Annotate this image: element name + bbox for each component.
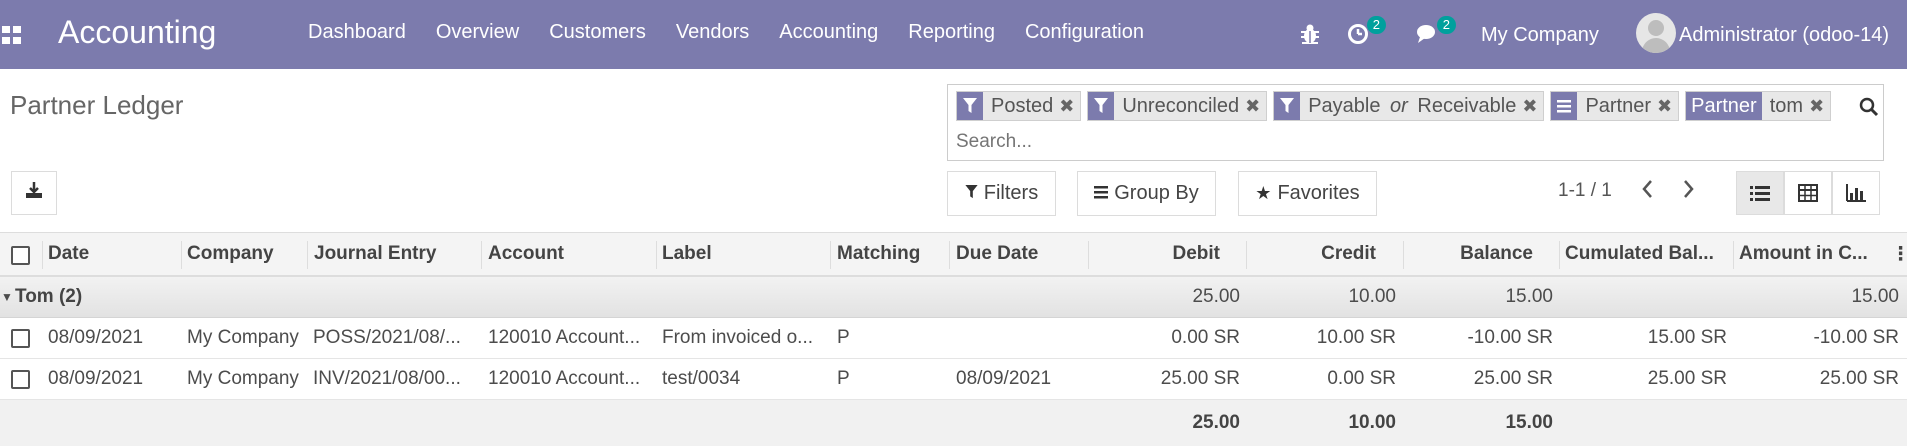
facet-unreconciled[interactable]: Unreconciled ✖ [1087, 91, 1268, 121]
search-box: Posted ✖ Unreconciled ✖ Payable or Recei… [947, 84, 1884, 161]
app-title[interactable]: Accounting [58, 14, 216, 51]
total-balance: 15.00 [1505, 412, 1553, 433]
search-input[interactable] [956, 131, 1756, 153]
table-footer-totals: 25.00 10.00 15.00 [0, 400, 1907, 446]
download-icon [24, 180, 44, 206]
bars-icon [1094, 182, 1109, 205]
company-switcher[interactable]: My Company [1481, 24, 1599, 47]
col-matching[interactable]: Matching [837, 243, 947, 265]
bug-icon[interactable] [1298, 22, 1322, 46]
activity-clock-icon[interactable]: 2 [1346, 16, 1386, 46]
optional-columns-icon[interactable]: ⋮ [1891, 243, 1903, 266]
col-journal-entry[interactable]: Journal Entry [314, 243, 474, 265]
col-debit[interactable]: Debit [1088, 243, 1221, 265]
table-header: Date Company Journal Entry Account Label… [0, 232, 1907, 277]
activity-badge: 2 [1366, 16, 1386, 34]
menu-configuration[interactable]: Configuration [1025, 21, 1144, 44]
caret-down-icon: ▼ [1, 290, 13, 304]
col-cumulated-balance[interactable]: Cumulated Bal... [1565, 243, 1727, 265]
pager-next-icon[interactable] [1682, 178, 1696, 206]
filter-icon [1274, 92, 1301, 120]
facet-payable-receivable[interactable]: Payable or Receivable ✖ [1273, 91, 1545, 121]
favorites-button[interactable]: ★ Favorites [1238, 171, 1377, 216]
total-debit: 25.00 [1192, 412, 1240, 433]
select-all-checkbox[interactable] [11, 246, 30, 265]
graph-view-icon[interactable] [1832, 171, 1880, 215]
user-menu[interactable]: Administrator (odoo-14) [1679, 24, 1889, 47]
menu-overview[interactable]: Overview [436, 21, 519, 44]
menu-dashboard[interactable]: Dashboard [308, 21, 406, 44]
total-credit: 10.00 [1348, 412, 1396, 433]
row-checkbox[interactable] [11, 329, 30, 348]
group-by-button[interactable]: Group By [1077, 171, 1216, 216]
col-account[interactable]: Account [488, 243, 648, 265]
list-view-icon[interactable] [1736, 171, 1784, 215]
col-date[interactable]: Date [48, 243, 178, 265]
col-credit[interactable]: Credit [1246, 243, 1376, 265]
close-icon[interactable]: ✖ [1059, 92, 1080, 120]
filter-icon [965, 182, 978, 205]
filter-icon [957, 92, 983, 120]
groupby-bars-icon [1551, 92, 1578, 120]
close-icon[interactable]: ✖ [1245, 92, 1266, 120]
messages-icon[interactable]: 2 [1416, 16, 1456, 46]
facet-posted[interactable]: Posted ✖ [956, 91, 1082, 121]
view-switcher [1736, 171, 1880, 215]
facet-partner-tom[interactable]: Partner tom ✖ [1685, 91, 1832, 121]
table-row[interactable]: 08/09/2021 My Company POSS/2021/08/... 1… [0, 318, 1907, 359]
menu-reporting[interactable]: Reporting [908, 21, 995, 44]
col-amount-currency[interactable]: Amount in C... [1739, 243, 1889, 265]
col-balance[interactable]: Balance [1403, 243, 1533, 265]
filter-icon [1088, 92, 1115, 120]
pager-previous-icon[interactable] [1640, 178, 1654, 206]
apps-menu-icon[interactable] [2, 26, 22, 44]
star-icon: ★ [1255, 183, 1272, 203]
group-name: Tom (2) [15, 286, 83, 307]
download-button[interactable] [11, 171, 57, 215]
close-icon[interactable]: ✖ [1522, 92, 1543, 120]
menu-customers[interactable]: Customers [549, 21, 646, 44]
messages-badge: 2 [1436, 16, 1456, 34]
col-due-date[interactable]: Due Date [956, 243, 1076, 265]
menu-vendors[interactable]: Vendors [676, 21, 749, 44]
pager-value[interactable]: 1-1 / 1 [1558, 180, 1612, 202]
pivot-view-icon[interactable] [1784, 171, 1832, 215]
close-icon[interactable]: ✖ [1657, 92, 1678, 120]
main-menu: Dashboard Overview Customers Vendors Acc… [308, 21, 1174, 44]
col-company[interactable]: Company [187, 243, 307, 265]
row-checkbox[interactable] [11, 370, 30, 389]
page-title[interactable]: Partner Ledger [10, 90, 183, 121]
col-label[interactable]: Label [662, 243, 822, 265]
top-navbar: Accounting Dashboard Overview Customers … [0, 0, 1907, 69]
user-avatar[interactable] [1636, 13, 1676, 53]
table-row[interactable]: 08/09/2021 My Company INV/2021/08/00... … [0, 359, 1907, 400]
group-row-tom[interactable]: ▼ Tom (2) 25.00 10.00 15.00 15.00 [0, 277, 1907, 318]
close-icon[interactable]: ✖ [1809, 92, 1830, 120]
search-icon[interactable] [1859, 97, 1879, 123]
facet-groupby-partner[interactable]: Partner ✖ [1550, 91, 1680, 121]
search-facets: Posted ✖ Unreconciled ✖ Payable or Recei… [956, 91, 1832, 121]
filters-button[interactable]: Filters [947, 171, 1056, 216]
menu-accounting[interactable]: Accounting [779, 21, 878, 44]
